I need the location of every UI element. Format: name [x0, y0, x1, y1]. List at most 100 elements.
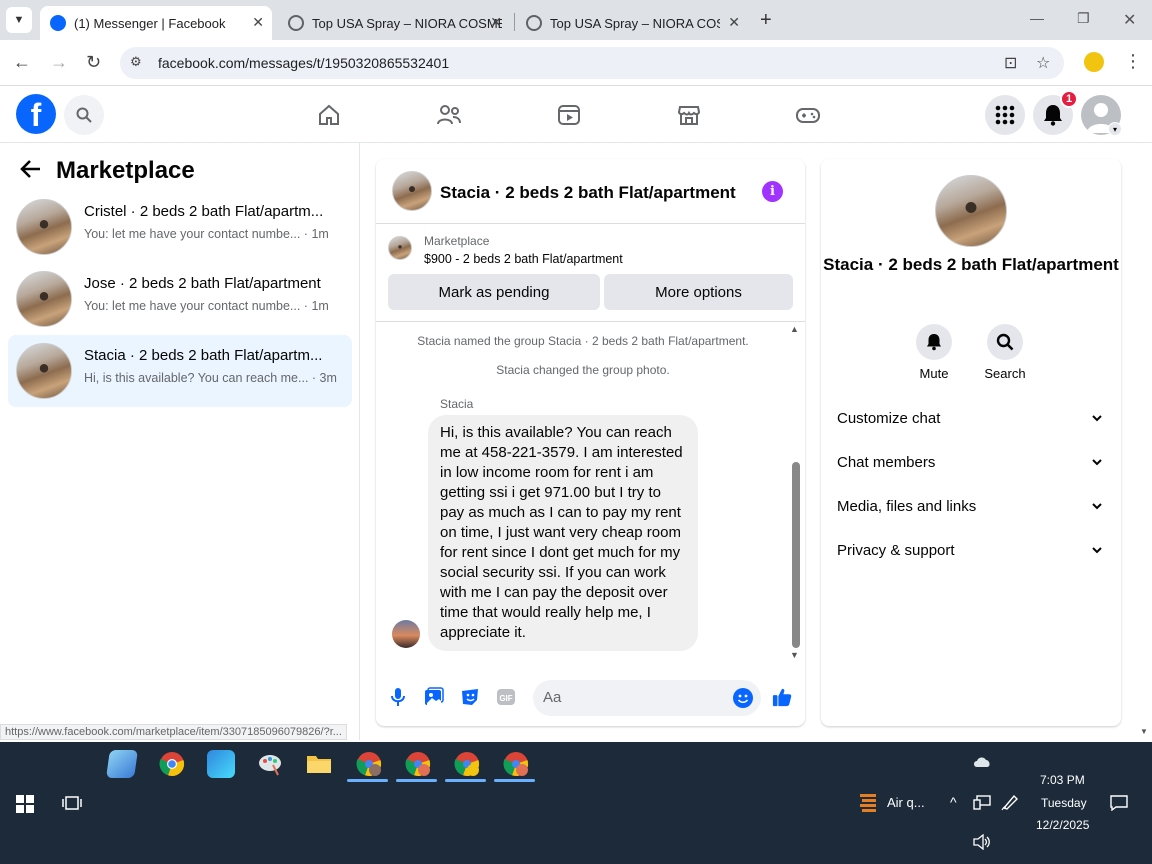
- conversation-preview: Hi, is this available? You can reach me.…: [84, 371, 337, 385]
- windows-taskbar: Air q... ^ 7:03 PM Tuesday 12/2/2025: [0, 742, 1152, 864]
- close-tab-icon[interactable]: ✕: [252, 14, 264, 31]
- microphone-icon[interactable]: [388, 687, 408, 707]
- tray-chevron-up-icon[interactable]: ^: [950, 794, 957, 810]
- new-tab-icon[interactable]: +: [760, 9, 772, 32]
- conversation-item[interactable]: Cristel · 2 beds 2 bath Flat/apartm... Y…: [8, 191, 352, 263]
- listing-title[interactable]: $900 - 2 beds 2 bath Flat/apartment: [424, 252, 623, 266]
- omnibox[interactable]: ⚙ facebook.com/messages/t/19503208655324…: [120, 47, 1064, 79]
- more-options-button[interactable]: More options: [604, 274, 793, 310]
- volume-icon[interactable]: [973, 833, 991, 855]
- site-info-icon[interactable]: ⚙: [130, 54, 142, 70]
- browser-menu-icon[interactable]: ⋮: [1124, 51, 1142, 72]
- search-icon: [987, 324, 1023, 360]
- chrome-profile-icon[interactable]: [502, 750, 530, 778]
- listing-thumbnail[interactable]: [388, 236, 412, 260]
- back-arrow-icon[interactable]: [20, 159, 42, 184]
- pen-icon[interactable]: [1001, 793, 1019, 816]
- chrome-profile-icon[interactable]: [355, 750, 383, 778]
- group-name: Stacia · 2 beds 2 bath Flat/apartment: [823, 255, 1119, 274]
- composer-bar: GIF Aa: [376, 674, 805, 718]
- search-conversation-button[interactable]: Search: [965, 324, 1045, 381]
- scroll-up-icon[interactable]: ▲: [790, 324, 799, 334]
- customize-chat-section[interactable]: Customize chat: [837, 410, 1107, 434]
- facebook-header: f 1 ▾: [0, 86, 1152, 143]
- chat-group-photo[interactable]: [392, 171, 432, 211]
- conversation-item-active[interactable]: Stacia · 2 beds 2 bath Flat/apartm... Hi…: [8, 335, 352, 407]
- app-icon[interactable]: [106, 750, 138, 778]
- back-arrow-icon[interactable]: ←: [13, 52, 31, 73]
- message-input[interactable]: Aa: [533, 680, 761, 716]
- message-bubble[interactable]: Hi, is this available? You can reach me …: [428, 415, 698, 651]
- reload-icon[interactable]: ↻: [86, 52, 101, 73]
- install-app-icon[interactable]: ⊡: [1004, 53, 1017, 73]
- marketplace-icon[interactable]: [676, 102, 702, 128]
- bookmark-star-icon[interactable]: ☆: [1036, 53, 1050, 73]
- section-label: Chat members: [837, 454, 936, 471]
- conversation-thumbnail: [16, 271, 72, 327]
- extension-icon[interactable]: [1084, 52, 1104, 72]
- chat-members-section[interactable]: Chat members: [837, 454, 1107, 478]
- close-tab-icon[interactable]: ✕: [490, 14, 502, 31]
- group-photo[interactable]: [935, 175, 1007, 247]
- chat-header: Stacia · 2 beds 2 bath Flat/apartment i: [376, 159, 805, 224]
- facebook-logo-icon[interactable]: f: [16, 94, 56, 134]
- mute-button[interactable]: Mute: [894, 324, 974, 381]
- page-scroll-down-icon[interactable]: ▼: [1140, 727, 1148, 736]
- conversation-item[interactable]: Jose · 2 beds 2 bath Flat/apartment You:…: [8, 263, 352, 335]
- task-view-icon[interactable]: [62, 794, 82, 817]
- media-files-links-section[interactable]: Media, files and links: [837, 498, 1107, 522]
- gif-icon[interactable]: GIF: [496, 687, 516, 707]
- tab-niora-2[interactable]: Top USA Spray – NIORA COSME ✕: [516, 6, 748, 40]
- chrome-icon[interactable]: [158, 750, 186, 778]
- forward-arrow-icon[interactable]: →: [50, 52, 68, 73]
- video-icon[interactable]: [556, 102, 582, 128]
- close-tab-icon[interactable]: ✕: [728, 14, 740, 31]
- air-quality-icon[interactable]: [858, 792, 878, 819]
- url-text[interactable]: facebook.com/messages/t/1950320865532401: [158, 55, 449, 71]
- info-icon[interactable]: i: [762, 181, 783, 202]
- weather-text[interactable]: Air q...: [887, 795, 925, 810]
- chrome-profile-icon[interactable]: [453, 750, 481, 778]
- message-thread: Stacia named the group Stacia · 2 beds 2…: [376, 321, 805, 661]
- clock-day[interactable]: Tuesday: [1041, 796, 1087, 810]
- account-chevron-icon[interactable]: ▾: [1108, 122, 1122, 136]
- svg-text:GIF: GIF: [499, 694, 512, 703]
- privacy-support-section[interactable]: Privacy & support: [837, 542, 1107, 566]
- home-icon[interactable]: [316, 102, 342, 128]
- tab-search-menu-icon[interactable]: ▼: [6, 7, 32, 33]
- file-explorer-icon[interactable]: [305, 750, 333, 778]
- tab-niora-1[interactable]: Top USA Spray – NIORA COSME ✕: [278, 6, 510, 40]
- gaming-icon[interactable]: [795, 102, 821, 128]
- notification-center-icon[interactable]: [1110, 795, 1128, 816]
- friends-icon[interactable]: [436, 102, 462, 128]
- chrome-profile-icon[interactable]: [404, 750, 432, 778]
- minimize-icon[interactable]: —: [1030, 10, 1044, 26]
- windows-start-icon[interactable]: [16, 795, 34, 818]
- scrollbar-thumb[interactable]: [792, 462, 800, 648]
- onedrive-cloud-icon[interactable]: [972, 754, 992, 773]
- sender-avatar[interactable]: [392, 620, 420, 648]
- close-window-icon[interactable]: ✕: [1123, 10, 1136, 30]
- chevron-down-icon: [1092, 503, 1102, 510]
- chat-title[interactable]: Stacia · 2 beds 2 bath Flat/apartment: [440, 183, 736, 203]
- clock-time[interactable]: 7:03 PM: [1040, 773, 1085, 787]
- photo-icon[interactable]: [424, 687, 444, 707]
- restore-icon[interactable]: ❐: [1077, 10, 1090, 27]
- sticker-icon[interactable]: [460, 687, 480, 707]
- search-icon[interactable]: [64, 95, 104, 135]
- scroll-down-icon[interactable]: ▼: [790, 650, 799, 660]
- menu-grid-icon[interactable]: [985, 95, 1025, 135]
- section-label: Customize chat: [837, 410, 941, 427]
- active-app-indicator: [396, 779, 437, 782]
- emoji-icon[interactable]: [733, 688, 753, 708]
- network-icon[interactable]: [973, 795, 991, 816]
- globe-icon: [288, 15, 304, 31]
- system-message: Stacia changed the group photo.: [496, 363, 670, 377]
- photos-icon[interactable]: [207, 750, 235, 778]
- clock-date[interactable]: 12/2/2025: [1036, 818, 1089, 832]
- section-label: Privacy & support: [837, 542, 955, 559]
- mark-as-pending-button[interactable]: Mark as pending: [388, 274, 600, 310]
- tab-messenger[interactable]: (1) Messenger | Facebook ✕: [40, 6, 272, 40]
- paint-icon[interactable]: [256, 750, 284, 778]
- thumbs-up-icon[interactable]: [772, 687, 792, 707]
